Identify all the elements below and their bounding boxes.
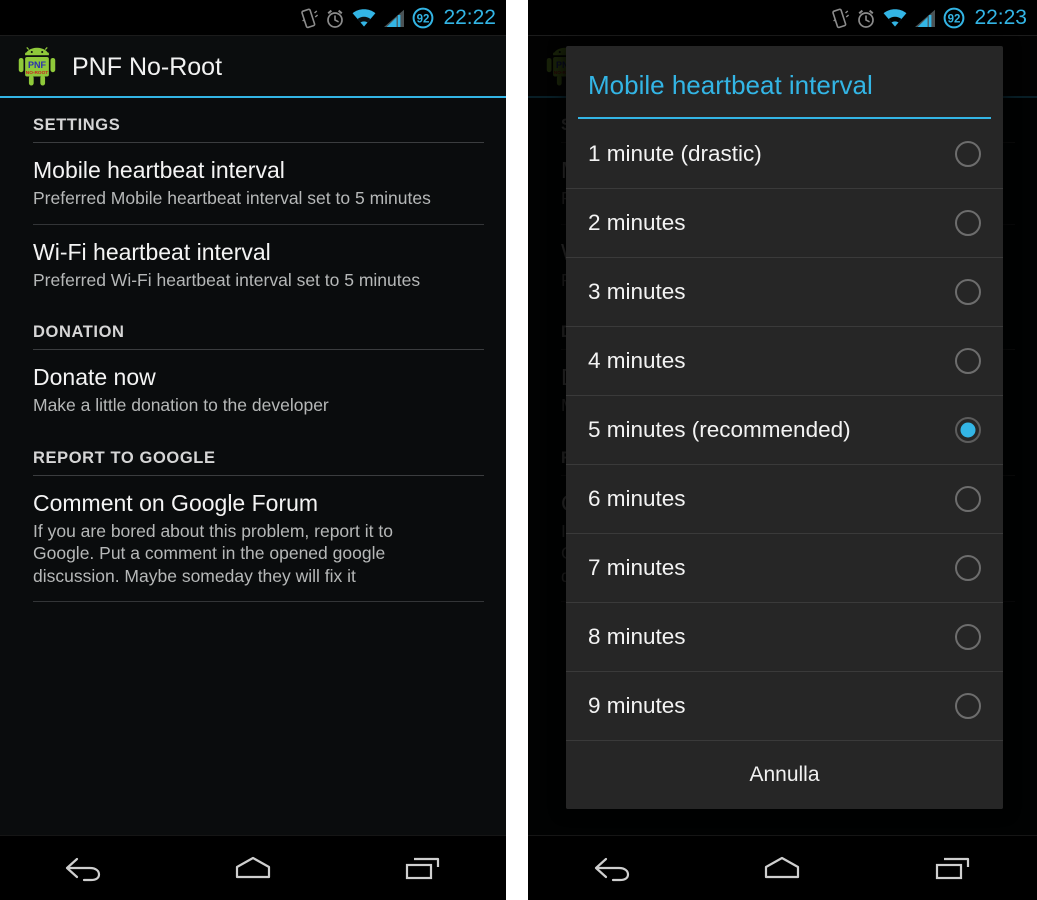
radio-button[interactable] bbox=[955, 693, 981, 719]
alarm-clock-icon bbox=[858, 9, 875, 28]
radio-option-2-minutes[interactable]: 2 minutes bbox=[566, 188, 1003, 257]
android-pnf-app-icon: PNF NO-ROOT bbox=[18, 47, 56, 86]
heartbeat-interval-dialog: Mobile heartbeat interval 1 minute (dras… bbox=[566, 46, 1003, 809]
left-phone-screenshot: 92 22:22 PNF NO-ROOT PNF No-Root SETTING… bbox=[0, 0, 506, 900]
pref-summary: If you are bored about this problem, rep… bbox=[33, 520, 393, 586]
status-bar: 92 22:23 bbox=[528, 0, 1037, 36]
recent-apps-icon bbox=[936, 857, 970, 880]
battery-level-text: 92 bbox=[417, 13, 430, 25]
section-header-settings: SETTINGS bbox=[33, 116, 121, 134]
radio-option-label: 3 minutes bbox=[588, 279, 686, 304]
settings-list: SETTINGS Mobile heartbeat interval Prefe… bbox=[0, 98, 506, 835]
radio-button[interactable] bbox=[955, 279, 981, 305]
cellular-signal-icon bbox=[384, 9, 405, 27]
svg-text:NO-ROOT: NO-ROOT bbox=[26, 70, 49, 76]
battery-icon: 92 bbox=[413, 7, 434, 29]
action-bar: PNF NO-ROOT PNF No-Root bbox=[0, 36, 506, 98]
vibrate-icon bbox=[301, 8, 319, 29]
nav-back-button[interactable] bbox=[39, 844, 129, 892]
pref-divider bbox=[33, 601, 484, 602]
section-report-to-google: REPORT TO GOOGLE Comment on Google Forum… bbox=[0, 431, 506, 602]
nav-recents-button[interactable] bbox=[907, 844, 997, 892]
recent-apps-icon bbox=[405, 857, 439, 880]
section-header-donation: DONATION bbox=[33, 323, 125, 341]
radio-button[interactable] bbox=[955, 348, 981, 374]
nav-recents-button[interactable] bbox=[377, 844, 467, 892]
right-phone-screenshot: 92 22:23 Mobile heartbeat interval 1 min… bbox=[528, 0, 1037, 900]
svg-text:PNF: PNF bbox=[28, 60, 47, 70]
radio-button[interactable] bbox=[955, 555, 981, 581]
radio-option-3-minutes[interactable]: 3 minutes bbox=[566, 257, 1003, 326]
status-bar-clock: 22:22 bbox=[443, 6, 496, 29]
navigation-bar bbox=[0, 835, 506, 900]
radio-option-label: 4 minutes bbox=[588, 348, 686, 373]
radio-option-6-minutes[interactable]: 6 minutes bbox=[566, 464, 1003, 533]
pref-comment-on-google-forum[interactable]: Comment on Google Forum If you are bored… bbox=[0, 476, 506, 602]
pref-wifi-heartbeat-interval[interactable]: Wi-Fi heartbeat interval Preferred Wi-Fi… bbox=[0, 225, 506, 306]
pref-title: Wi-Fi heartbeat interval bbox=[33, 238, 271, 265]
radio-option-list: 1 minute (drastic) 2 minutes 3 minutes 4… bbox=[566, 119, 1003, 740]
dialog-footer: Annulla bbox=[566, 740, 1003, 809]
wifi-icon bbox=[353, 8, 376, 27]
status-bar-icons: 92 bbox=[832, 7, 965, 29]
nav-back-button[interactable] bbox=[568, 844, 658, 892]
radio-option-label: 9 minutes bbox=[588, 693, 686, 718]
vibrate-icon bbox=[832, 8, 850, 29]
app-title: PNF No-Root bbox=[72, 52, 223, 81]
radio-option-5-minutes[interactable]: 5 minutes (recommended) bbox=[566, 395, 1003, 464]
radio-button[interactable] bbox=[955, 486, 981, 512]
pref-title: Comment on Google Forum bbox=[33, 489, 319, 516]
status-bar-clock: 22:23 bbox=[974, 6, 1027, 29]
battery-level-text: 92 bbox=[948, 13, 961, 25]
radio-option-label: 2 minutes bbox=[588, 210, 686, 235]
back-icon bbox=[594, 857, 629, 882]
section-header-report-to-google: REPORT TO GOOGLE bbox=[33, 448, 216, 467]
radio-option-1-minute[interactable]: 1 minute (drastic) bbox=[566, 119, 1003, 188]
back-icon bbox=[66, 857, 101, 882]
home-icon bbox=[765, 856, 800, 879]
pref-mobile-heartbeat-interval[interactable]: Mobile heartbeat interval Preferred Mobi… bbox=[0, 143, 506, 224]
radio-option-label: 6 minutes bbox=[588, 486, 686, 511]
status-bar-icons: 92 bbox=[301, 7, 434, 29]
pref-donate-now[interactable]: Donate now Make a little donation to the… bbox=[0, 350, 506, 431]
section-settings: SETTINGS Mobile heartbeat interval Prefe… bbox=[0, 98, 506, 305]
screenshot-stage: 92 22:22 PNF NO-ROOT PNF No-Root SETTING… bbox=[0, 0, 1037, 900]
cellular-signal-icon bbox=[915, 9, 936, 27]
radio-option-label: 8 minutes bbox=[588, 624, 686, 649]
battery-icon: 92 bbox=[944, 7, 965, 29]
nav-home-button[interactable] bbox=[737, 844, 827, 892]
pref-summary: Make a little donation to the developer bbox=[33, 395, 329, 415]
status-bar: 92 22:22 bbox=[0, 0, 506, 36]
dialog-title: Mobile heartbeat interval bbox=[588, 70, 873, 100]
radio-option-4-minutes[interactable]: 4 minutes bbox=[566, 326, 1003, 395]
radio-option-9-minutes[interactable]: 9 minutes bbox=[566, 671, 1003, 740]
home-icon bbox=[235, 856, 271, 879]
navigation-bar bbox=[528, 835, 1037, 900]
radio-button[interactable] bbox=[955, 210, 981, 236]
pref-summary: Preferred Mobile heartbeat interval set … bbox=[33, 188, 431, 208]
radio-option-8-minutes[interactable]: 8 minutes bbox=[566, 602, 1003, 671]
radio-option-7-minutes[interactable]: 7 minutes bbox=[566, 533, 1003, 602]
cancel-button[interactable]: Annulla bbox=[749, 763, 819, 787]
wifi-icon bbox=[884, 8, 907, 27]
radio-button[interactable] bbox=[955, 140, 981, 167]
nav-home-button[interactable] bbox=[208, 844, 298, 892]
radio-option-label: 7 minutes bbox=[588, 555, 686, 580]
radio-option-label: 5 minutes (recommended) bbox=[588, 417, 851, 442]
pref-title: Mobile heartbeat interval bbox=[33, 157, 285, 183]
pref-summary: Preferred Wi-Fi heartbeat interval set t… bbox=[33, 269, 421, 290]
section-donation: DONATION Donate now Make a little donati… bbox=[0, 305, 506, 431]
radio-button[interactable] bbox=[955, 624, 981, 650]
radio-option-label: 1 minute (drastic) bbox=[588, 140, 762, 166]
radio-button-selected[interactable] bbox=[955, 417, 981, 443]
alarm-clock-icon bbox=[327, 9, 344, 28]
pref-title: Donate now bbox=[33, 364, 156, 390]
